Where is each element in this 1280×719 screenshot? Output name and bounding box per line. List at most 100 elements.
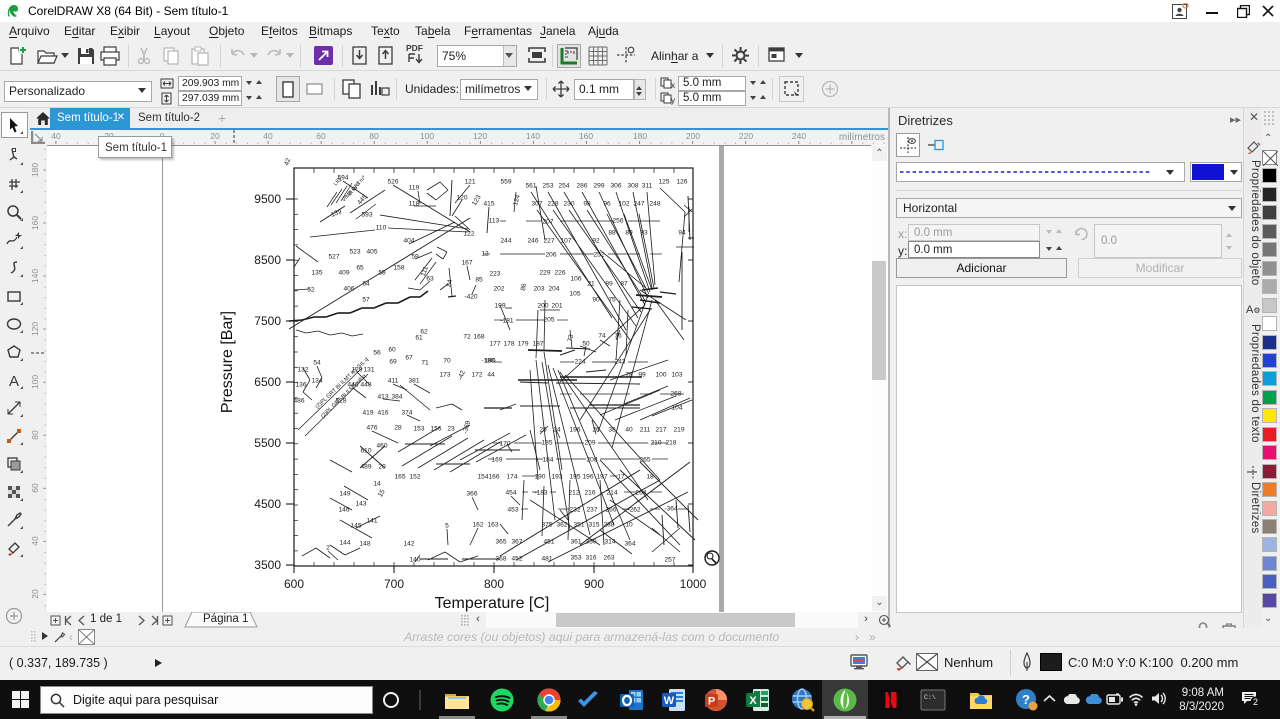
svg-text:136: 136: [295, 382, 306, 389]
svg-text:209: 209: [584, 440, 595, 447]
svg-text:118: 118: [409, 201, 420, 208]
svg-text:179: 179: [517, 341, 528, 348]
svg-text:148: 148: [359, 541, 370, 548]
svg-text:17: 17: [617, 474, 625, 481]
svg-text:187: 187: [532, 341, 543, 348]
svg-text:451: 451: [543, 539, 554, 546]
svg-text:-243: -243: [612, 359, 626, 366]
svg-text:132: 132: [297, 367, 308, 374]
svg-text:199: 199: [494, 303, 505, 310]
svg-text:315: 315: [588, 522, 599, 529]
svg-text:415: 415: [483, 201, 494, 208]
svg-text:100: 100: [420, 131, 434, 141]
svg-text:170: 170: [499, 441, 510, 448]
svg-text:144: 144: [339, 540, 350, 547]
svg-text:67: 67: [405, 355, 413, 362]
svg-text:220: 220: [739, 131, 753, 141]
svg-text:165: 165: [394, 474, 405, 481]
svg-text:134: 134: [311, 378, 322, 385]
svg-text:452: 452: [511, 556, 522, 563]
svg-text:197: 197: [596, 474, 607, 481]
svg-text:86: 86: [520, 283, 528, 292]
svg-text:166: 166: [488, 474, 499, 481]
svg-text:140: 140: [526, 131, 540, 141]
svg-text:527: 527: [328, 254, 339, 261]
svg-text:50: 50: [582, 341, 590, 348]
svg-text:W: W: [664, 695, 675, 707]
svg-text:A: A: [9, 373, 19, 390]
svg-text:481: 481: [541, 556, 552, 563]
svg-text:milímetros: milímetros: [839, 132, 885, 143]
svg-text:374: 374: [401, 410, 412, 417]
svg-text:65: 65: [356, 265, 364, 272]
svg-text:366: 366: [466, 491, 477, 498]
svg-text:145: 145: [350, 523, 361, 530]
svg-text:131: 131: [363, 367, 374, 374]
svg-text:316: 316: [585, 555, 596, 562]
svg-text:256: 256: [612, 218, 623, 225]
svg-text:247: 247: [633, 201, 644, 208]
svg-text:351: 351: [573, 522, 584, 529]
svg-text:453: 453: [507, 507, 518, 514]
svg-text:368: 368: [495, 556, 506, 563]
svg-text:80: 80: [30, 430, 40, 440]
svg-text:5: 5: [445, 523, 449, 530]
svg-text:61: 61: [415, 335, 423, 342]
svg-text:146: 146: [338, 507, 349, 514]
svg-text:593: 593: [361, 212, 372, 219]
svg-text:9500: 9500: [254, 192, 281, 206]
svg-text:162: 162: [472, 522, 483, 529]
svg-text:120: 120: [473, 131, 487, 141]
svg-text:-369: -369: [462, 420, 472, 435]
svg-text:-364: -364: [664, 506, 678, 513]
svg-text:70: 70: [443, 358, 451, 365]
svg-text:308: 308: [627, 183, 638, 190]
svg-text:Temperature [C]: Temperature [C]: [435, 595, 550, 612]
svg-text:263: 263: [603, 555, 614, 562]
svg-text:142: 142: [403, 541, 414, 548]
svg-text:174: 174: [506, 474, 517, 481]
svg-text:404: 404: [403, 238, 414, 245]
svg-text:23: 23: [447, 426, 455, 433]
svg-text:268: 268: [670, 391, 681, 398]
svg-text:177: 177: [489, 341, 500, 348]
svg-text:57: 57: [362, 297, 370, 304]
svg-text:700: 700: [384, 577, 404, 591]
svg-text:8500: 8500: [254, 253, 281, 267]
svg-text:3500: 3500: [254, 558, 281, 572]
svg-text:211: 211: [640, 427, 651, 434]
svg-text:361: 361: [570, 539, 581, 546]
svg-text:405: 405: [366, 249, 377, 256]
svg-text:143: 143: [355, 501, 366, 508]
svg-text:253: 253: [542, 183, 553, 190]
svg-text:196: 196: [582, 474, 593, 481]
svg-text:25: 25: [539, 427, 547, 434]
svg-text:178: 178: [503, 341, 514, 348]
svg-text:172: 172: [471, 372, 482, 379]
svg-text:89: 89: [605, 281, 613, 288]
svg-text:226: 226: [554, 270, 565, 277]
svg-text:103: 103: [671, 372, 682, 379]
svg-text:40: 40: [51, 131, 61, 141]
svg-text:223: 223: [489, 271, 500, 278]
svg-text:75: 75: [608, 297, 616, 304]
svg-text:40: 40: [30, 536, 40, 546]
svg-text:105: 105: [569, 291, 580, 298]
svg-text:416: 416: [377, 410, 388, 417]
svg-text:265: 265: [639, 457, 650, 464]
svg-text:90: 90: [592, 297, 600, 304]
svg-text:203: 203: [533, 286, 544, 293]
svg-text:92: 92: [592, 238, 600, 245]
svg-text:200: 200: [686, 131, 700, 141]
svg-text:190: 190: [534, 474, 545, 481]
svg-text:38: 38: [608, 427, 616, 434]
svg-text:126: 126: [676, 179, 687, 186]
svg-text:248: 248: [649, 201, 660, 208]
svg-text:5500: 5500: [254, 436, 281, 450]
svg-text:206: 206: [545, 252, 556, 259]
svg-text:73: 73: [567, 334, 575, 343]
svg-text:286: 286: [576, 183, 587, 190]
svg-text:Pressure [Bar]: Pressure [Bar]: [219, 311, 236, 413]
svg-text:559: 559: [500, 179, 511, 186]
svg-text:246: 246: [527, 238, 538, 245]
